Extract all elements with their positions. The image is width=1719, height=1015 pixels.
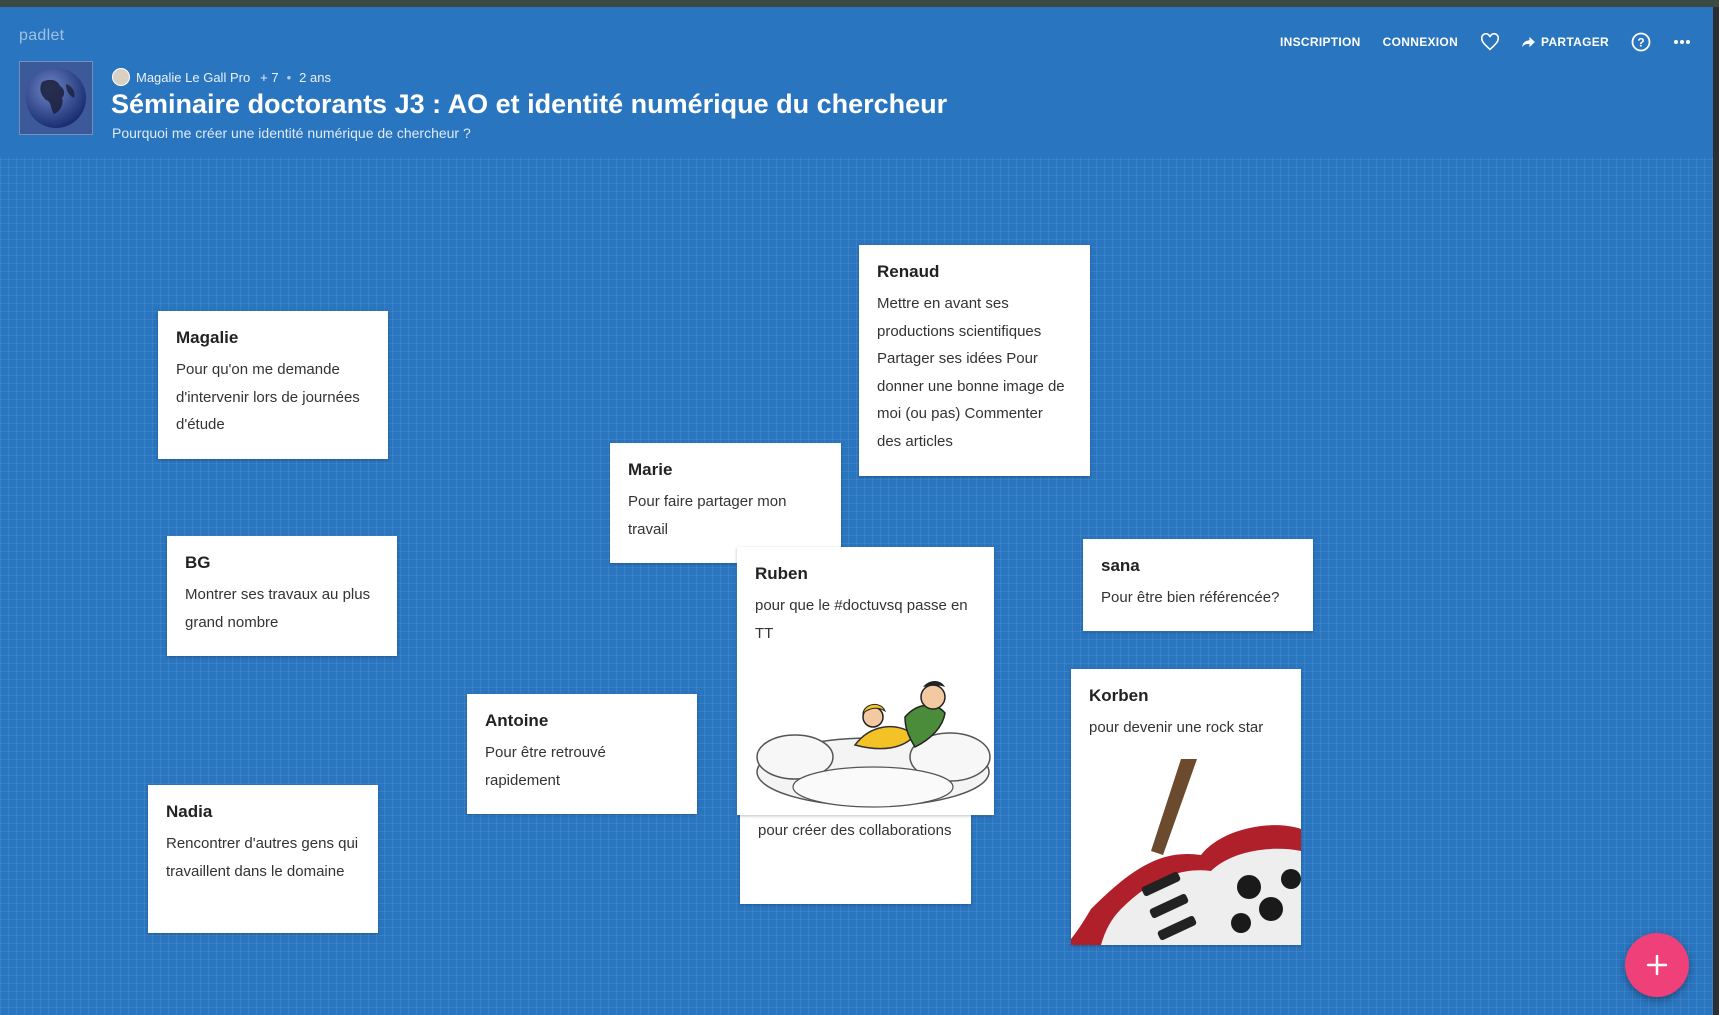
wall-thumbnail	[19, 61, 93, 135]
post-title: BG	[185, 553, 211, 572]
post-title: Nadia	[166, 802, 213, 821]
post-title: sana	[1101, 556, 1140, 575]
padlet-wall: padlet INSCRIPTION CONNEXION PARTAGER ?	[0, 7, 1713, 1015]
help-icon[interactable]: ?	[1631, 32, 1651, 52]
post-card-antoine[interactable]: Antoine Pour être retrouvé rapidement	[467, 694, 697, 814]
scrollbar[interactable]	[1713, 7, 1719, 1015]
post-body: Pour être retrouvé rapidement	[485, 744, 606, 789]
post-card-ruben[interactable]: Ruben pour que le #doctuvsq passe en TT	[737, 547, 994, 815]
wall-title: Séminaire doctorants J3 : AO et identité…	[111, 89, 948, 119]
post-body: Pour faire partager mon travail	[628, 493, 787, 538]
post-card-marie[interactable]: Marie Pour faire partager mon travail	[610, 443, 841, 563]
heart-icon[interactable]	[1480, 33, 1500, 51]
top-actions: INSCRIPTION CONNEXION PARTAGER ?	[1258, 32, 1691, 52]
padlet-logo[interactable]: padlet	[19, 27, 64, 45]
meta-separator: •	[286, 69, 292, 85]
svg-text:?: ?	[1637, 36, 1644, 50]
post-title: Marie	[628, 460, 673, 479]
wall-subtitle: Pourquoi me créer une identité numérique…	[112, 125, 471, 141]
post-body: Mettre en avant ses productions scientif…	[877, 295, 1065, 450]
share-arrow-icon	[1522, 36, 1535, 48]
post-body: pour devenir une rock star	[1089, 719, 1264, 736]
avatar[interactable]	[112, 68, 130, 86]
author-name[interactable]: Magalie Le Gall Pro	[136, 70, 250, 85]
post-title: Korben	[1089, 686, 1149, 705]
post-body: Montrer ses travaux au plus grand nombre	[185, 586, 371, 631]
post-title: Magalie	[176, 328, 239, 347]
more-icon[interactable]	[1673, 39, 1691, 45]
post-title: Ruben	[755, 564, 808, 583]
post-card-magalie[interactable]: Magalie Pour qu'on me demande d'interven…	[158, 311, 388, 459]
post-body: pour que le #doctuvsq passe en TT	[755, 597, 968, 642]
share-button[interactable]: PARTAGER	[1522, 35, 1609, 49]
login-link[interactable]: CONNEXION	[1383, 35, 1458, 49]
signup-link[interactable]: INSCRIPTION	[1280, 35, 1361, 49]
add-post-button[interactable]	[1625, 933, 1689, 997]
share-label: PARTAGER	[1541, 35, 1609, 49]
post-card-bg[interactable]: BG Montrer ses travaux au plus grand nom…	[167, 536, 397, 656]
post-card-sana[interactable]: sana Pour être bien référencée?	[1083, 539, 1313, 631]
post-body: Pour qu'on me demande d'intervenir lors …	[176, 361, 360, 433]
globe-icon	[20, 62, 92, 134]
post-title: Antoine	[485, 711, 549, 730]
post-title: Renaud	[877, 262, 940, 281]
post-card-korben[interactable]: Korben pour devenir une rock star	[1071, 669, 1301, 945]
post-body: pour créer des collaborations	[758, 822, 952, 839]
post-body: Rencontrer d'autres gens qui travaillent…	[166, 835, 359, 880]
electric-guitar-image	[1071, 759, 1301, 945]
post-card-nadia[interactable]: Nadia Rencontrer d'autres gens qui trava…	[148, 785, 378, 933]
wall-age: 2 ans	[299, 69, 331, 85]
wall-meta: Magalie Le Gall Pro + 7 • 2 ans	[112, 68, 331, 86]
wall-header: padlet INSCRIPTION CONNEXION PARTAGER ?	[0, 7, 1713, 157]
plus-icon	[1646, 954, 1668, 976]
post-card-renaud[interactable]: Renaud Mettre en avant ses productions s…	[859, 245, 1090, 476]
post-body: Pour être bien référencée?	[1101, 589, 1280, 606]
cartoon-cloud-image	[756, 681, 991, 808]
contributors-count[interactable]: + 7	[260, 70, 278, 85]
